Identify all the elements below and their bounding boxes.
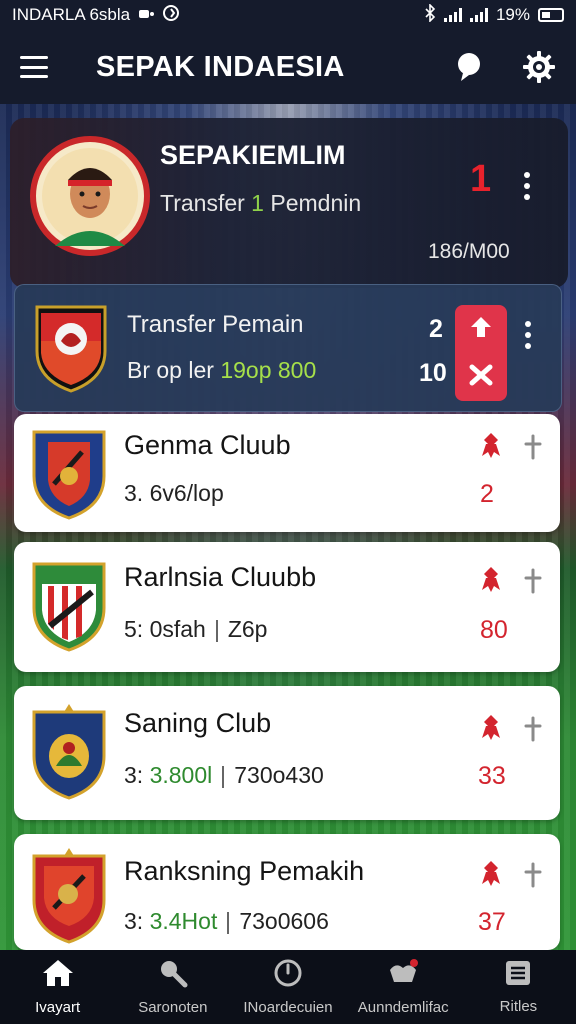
transfer-row[interactable]: Transfer Pemain Br op ler 19op 800 2 10 bbox=[14, 284, 562, 412]
stats-divider bbox=[215, 619, 218, 642]
club-stats-tail: 73o0606 bbox=[239, 908, 329, 934]
featured-subtitle-highlight: 1 bbox=[251, 190, 264, 216]
featured-title: SEPAKIEMLIM bbox=[160, 140, 346, 170]
featured-player-card[interactable]: SEPAKIEMLIM Transfer 1 Pemdnin 1 186/M00 bbox=[10, 118, 568, 288]
player-avatar bbox=[30, 136, 150, 256]
club-stats: 5: 0sfah Z6p bbox=[124, 616, 267, 643]
nav-label: INoardecuien bbox=[243, 999, 333, 1016]
app-title: SEPAK INDAESIA bbox=[96, 50, 345, 83]
swap-icon bbox=[469, 364, 493, 391]
featured-subtitle-suffix: Pemdnin bbox=[270, 190, 362, 216]
club-stats-text: 3. 6v6/lop bbox=[124, 480, 224, 506]
transfer-subtitle: Br op ler 19op 800 bbox=[127, 357, 316, 384]
featured-subtitle: Transfer 1 Pemdnin bbox=[160, 190, 361, 217]
arrow-up-icon bbox=[469, 315, 493, 344]
club-crest-icon bbox=[30, 848, 108, 944]
club-number: 33 bbox=[478, 762, 506, 790]
club-row[interactable]: Saning Club 3: 3.800l 730o430 33 bbox=[14, 686, 560, 820]
club-stats-tail: 730o430 bbox=[234, 762, 324, 788]
ribbon-icon[interactable] bbox=[476, 564, 506, 594]
pin-icon[interactable] bbox=[520, 714, 546, 744]
club-crest-icon bbox=[30, 424, 108, 520]
club-name: Saning Club bbox=[124, 708, 272, 738]
app-bar: SEPAK INDAESIA bbox=[0, 30, 576, 104]
club-stats-text: 3: bbox=[124, 908, 144, 934]
club-crest-icon bbox=[30, 556, 108, 652]
featured-subtitle-prefix: Transfer bbox=[160, 190, 245, 216]
transfer-action-button[interactable] bbox=[455, 305, 507, 401]
club-stats-highlight: 3.4Hot bbox=[149, 908, 218, 934]
club-stats-text: 5: 0sfah bbox=[124, 616, 206, 642]
nav-label: Aunndemlifac bbox=[357, 999, 449, 1016]
settings-icon[interactable] bbox=[522, 50, 556, 84]
nav-item-trophy[interactable]: Aunndemlifac bbox=[346, 950, 461, 1024]
home-icon bbox=[41, 958, 75, 993]
nav-label: Saronoten bbox=[138, 999, 208, 1016]
sync-icon bbox=[162, 4, 180, 27]
featured-meta: 186/M00 bbox=[428, 240, 510, 263]
club-stats-tail: Z6p bbox=[227, 616, 268, 642]
nav-label: Ritles bbox=[499, 998, 538, 1015]
club-stats-text: 3: bbox=[124, 762, 144, 788]
battery-percent: 19% bbox=[495, 5, 530, 24]
club-stats: 3: 3.4Hot 73o0606 bbox=[124, 908, 329, 935]
ribbon-icon[interactable] bbox=[476, 858, 506, 888]
club-row[interactable]: Ranksning Pemakih 3: 3.4Hot 73o0606 37 bbox=[14, 834, 560, 950]
trophy-icon bbox=[386, 958, 420, 993]
menu-icon[interactable] bbox=[20, 56, 48, 78]
club-number: 37 bbox=[478, 908, 506, 936]
nav-item-timer[interactable]: INoardecuien bbox=[230, 950, 345, 1024]
transfer-club-crest-icon bbox=[33, 301, 109, 393]
ribbon-icon[interactable] bbox=[476, 430, 506, 460]
ribbon-icon[interactable] bbox=[476, 712, 506, 742]
nav-item-list[interactable]: Ritles bbox=[461, 950, 576, 1024]
status-carrier-text: INDARLA 6sbla bbox=[12, 5, 131, 24]
battery-icon bbox=[538, 8, 564, 22]
club-number: 80 bbox=[480, 616, 508, 644]
club-number: 2 bbox=[480, 480, 494, 508]
transfer-title: Transfer Pemain bbox=[127, 311, 304, 338]
nav-item-whistle[interactable]: Saronoten bbox=[115, 950, 230, 1024]
pin-icon[interactable] bbox=[520, 860, 546, 890]
club-stats-highlight: 3.800l bbox=[149, 762, 213, 788]
timer-icon bbox=[273, 958, 303, 993]
pin-icon[interactable] bbox=[520, 566, 546, 596]
nav-item-home[interactable]: Ivayart bbox=[0, 950, 115, 1024]
club-crest-icon bbox=[30, 704, 108, 800]
whistle-icon bbox=[158, 958, 188, 993]
chat-icon[interactable] bbox=[452, 50, 486, 84]
transfer-subtitle-prefix: Br op ler bbox=[127, 357, 214, 383]
transfer-more-icon[interactable] bbox=[523, 321, 533, 349]
stats-divider bbox=[227, 911, 230, 934]
featured-count: 1 bbox=[470, 158, 492, 200]
bottom-nav: Ivayart Saronoten INoardecuien Aunndemli… bbox=[0, 950, 576, 1024]
club-stats: 3: 3.800l 730o430 bbox=[124, 762, 324, 789]
signal-icon bbox=[443, 8, 462, 22]
club-row[interactable]: Genma Cluub 3. 6v6/lop 2 bbox=[14, 414, 560, 532]
pin-icon[interactable] bbox=[520, 432, 546, 462]
club-name: Rarlnsia Cluubb bbox=[124, 562, 317, 592]
list-icon bbox=[504, 959, 532, 992]
club-stats: 3. 6v6/lop bbox=[124, 480, 224, 507]
transfer-value-top: 2 bbox=[429, 315, 443, 343]
transfer-value-bottom: 10 bbox=[419, 359, 447, 387]
status-bar: INDARLA 6sbla 19% bbox=[0, 0, 576, 30]
bluetooth-icon bbox=[424, 2, 436, 27]
transfer-subtitle-highlight: 19op 800 bbox=[220, 357, 317, 383]
notification-icon bbox=[138, 5, 155, 25]
club-name: Genma Cluub bbox=[124, 430, 291, 460]
featured-more-icon[interactable] bbox=[522, 172, 532, 200]
signal-icon-2 bbox=[469, 8, 488, 22]
stats-divider bbox=[222, 765, 225, 788]
club-row[interactable]: Rarlnsia Cluubb 5: 0sfah Z6p 80 bbox=[14, 542, 560, 672]
club-name: Ranksning Pemakih bbox=[124, 856, 365, 886]
nav-label: Ivayart bbox=[35, 999, 81, 1016]
